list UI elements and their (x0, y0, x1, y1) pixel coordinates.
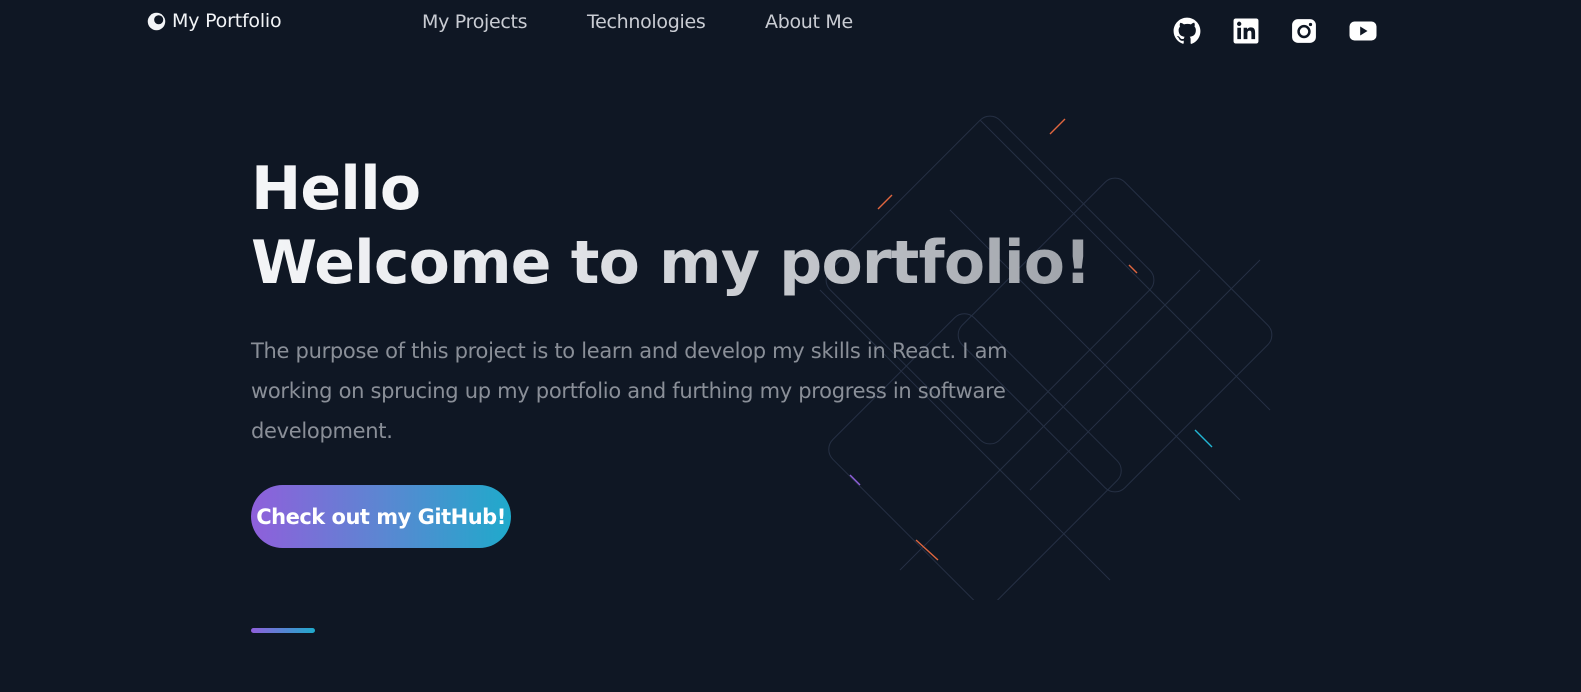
hero-description: The purpose of this project is to learn … (251, 339, 1008, 443)
instagram-icon (1292, 19, 1316, 43)
hero-welcome: Welcome to my portfolio! (251, 228, 1092, 298)
nav-link-about-me[interactable]: About Me (765, 11, 853, 33)
linkedin-link[interactable] (1231, 16, 1261, 46)
hero-greeting: Hello (251, 154, 421, 224)
github-icon (1173, 17, 1201, 44)
youtube-link[interactable] (1347, 16, 1379, 46)
linkedin-icon (1233, 18, 1259, 44)
github-link[interactable] (1172, 16, 1202, 46)
youtube-icon (1349, 21, 1377, 41)
nav-link-my-projects[interactable]: My Projects (422, 11, 528, 33)
brand-icon (147, 12, 166, 30)
accent-divider (251, 628, 315, 633)
brand-logo[interactable]: My Portfolio (146, 10, 282, 32)
github-cta-button[interactable]: Check out my GitHub! (251, 485, 511, 548)
hero-title: Hello Welcome to my portfolio! (251, 152, 1092, 300)
brand-name: My Portfolio (172, 10, 282, 32)
nav-link-technologies[interactable]: Technologies (587, 11, 706, 33)
instagram-link[interactable] (1289, 16, 1319, 46)
page: My Portfolio My Projects Technologies Ab… (0, 0, 1581, 692)
